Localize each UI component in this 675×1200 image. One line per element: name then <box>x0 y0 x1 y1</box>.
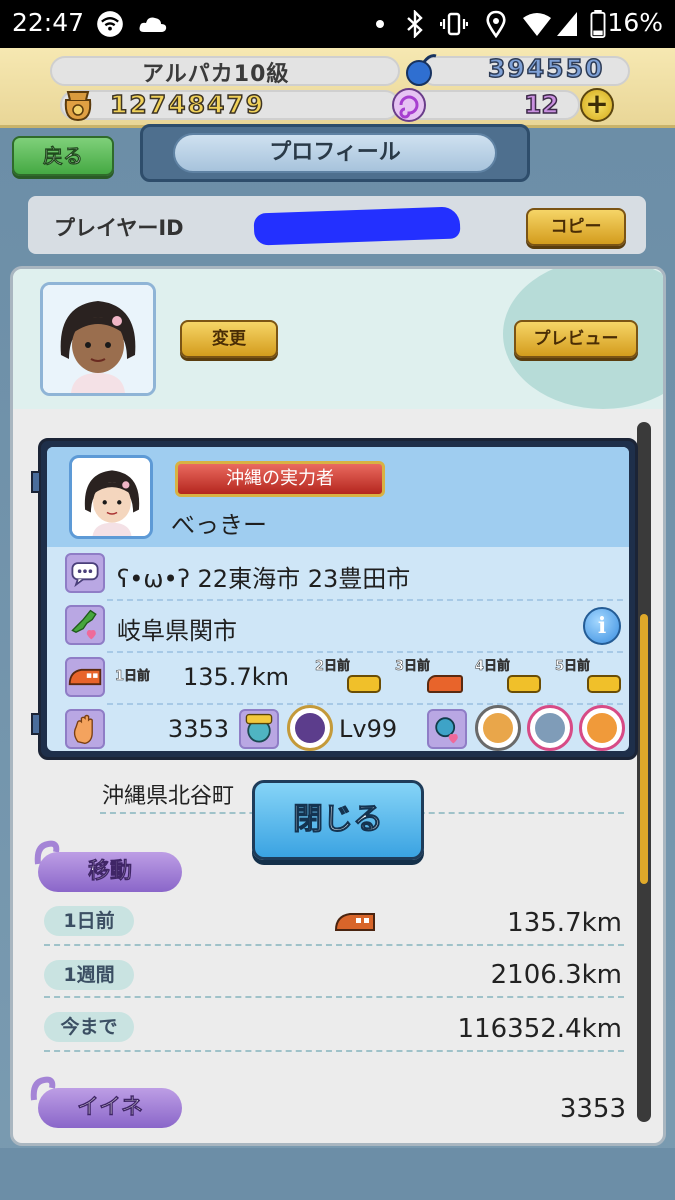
character-face <box>483 713 513 743</box>
status-bar: 22:47 16% <box>0 0 675 48</box>
wifi-signal-icon <box>523 13 551 36</box>
status-time: 22:47 <box>12 8 85 37</box>
battery-percent: 16% <box>607 8 663 37</box>
bottom-bg <box>0 1148 675 1200</box>
coin-bag-icon <box>64 91 92 122</box>
comment-text: ʕ•ω•ʔ 22東海市 23豊田市 <box>117 565 411 593</box>
movement-section-label: 移動 <box>38 852 182 892</box>
day-label-4: 4日前 <box>475 659 511 675</box>
profile-avatar <box>40 282 156 396</box>
cell-signal-icon <box>557 12 577 36</box>
scrollbar-thumb[interactable] <box>640 614 648 884</box>
car-icon <box>347 675 381 693</box>
wifi-icon <box>97 11 123 37</box>
info-button[interactable]: i <box>583 607 621 645</box>
day-label-2: 2日前 <box>315 659 351 675</box>
close-button[interactable]: 閉じる <box>252 780 424 860</box>
preview-button[interactable]: プレビュー <box>514 320 638 358</box>
vibrate-icon <box>440 12 468 36</box>
popup-avatar <box>69 455 153 539</box>
player-name: べっきー <box>171 511 267 539</box>
popup-side-tab <box>31 713 41 735</box>
swirl-ticket-icon <box>392 88 426 122</box>
home-location: 沖縄県北谷町 <box>102 784 235 809</box>
stat-value-week: 2106.3km <box>490 960 622 990</box>
likes-count: 3353 <box>167 715 229 743</box>
battery-icon <box>590 10 606 38</box>
add-tickets-button[interactable]: + <box>580 88 614 122</box>
friend-medal-icon[interactable] <box>579 705 625 751</box>
stat-value-total: 116352.4km <box>457 1014 622 1044</box>
character-face <box>587 713 617 743</box>
back-button[interactable]: 戻る <box>12 136 114 176</box>
change-avatar-button[interactable]: 変更 <box>180 320 278 358</box>
stat-label-day: 1日前 <box>44 906 134 936</box>
car-icon <box>507 675 541 693</box>
character-face <box>295 713 325 743</box>
popup-location: 岐阜県関市 <box>117 617 237 645</box>
bluetooth-icon <box>407 10 423 38</box>
page-title: プロフィール <box>173 133 497 173</box>
character-face <box>535 713 565 743</box>
friend-medal-icon[interactable] <box>475 705 521 751</box>
title-banner: プロフィール <box>140 124 530 182</box>
divider <box>44 1050 624 1052</box>
day-label-3: 3日前 <box>395 659 431 675</box>
coins-value: 12748479 <box>109 89 266 120</box>
level-value: Lv99 <box>339 715 398 743</box>
distance-day1-value: 135.7km <box>183 663 289 691</box>
popup-body: 沖縄の実力者 べっきー ʕ•ω•ʔ 22東海市 23豊田市 岐阜県関市 i 1日… <box>47 447 629 751</box>
copy-button[interactable]: コピー <box>526 208 626 246</box>
japan-map-icon <box>65 605 105 645</box>
rank-label: アルパカ10級 <box>142 62 290 87</box>
medal-icon <box>287 705 333 751</box>
train-icon <box>427 675 463 693</box>
cloud-icon <box>139 17 167 32</box>
currency-panel: アルパカ10級 394550 12748479 12 + <box>0 48 675 128</box>
divider <box>107 651 623 653</box>
blue-soul-icon <box>406 54 437 86</box>
stat-value-day: 135.7km <box>507 908 622 938</box>
avatar-girl-icon <box>43 285 153 393</box>
car-icon <box>587 675 621 693</box>
train-icon <box>65 657 105 697</box>
friend-medal-icon[interactable] <box>527 705 573 751</box>
notification-dot-icon <box>376 20 384 28</box>
hand-icon <box>65 709 105 749</box>
blue-points-value: 394550 <box>487 53 605 84</box>
profile-popup: 沖縄の実力者 べっきー ʕ•ω•ʔ 22東海市 23豊田市 岐阜県関市 i 1日… <box>31 438 638 760</box>
help-badge-icon <box>239 709 279 749</box>
tickets-value: 12 <box>523 89 559 120</box>
stat-label-week: 1週間 <box>44 960 134 990</box>
day-label-5: 5日前 <box>555 659 591 675</box>
player-id-label: プレイヤーID <box>54 216 184 240</box>
avatar-girl-icon <box>72 458 150 536</box>
day-label-1: 1日前 <box>115 669 151 685</box>
comment-icon <box>65 553 105 593</box>
popup-side-tab <box>31 471 41 493</box>
stat-label-total: 今まで <box>44 1012 134 1042</box>
divider <box>44 996 624 998</box>
likes-section-value: 3353 <box>559 1094 626 1124</box>
title-badge: 沖縄の実力者 <box>175 461 385 497</box>
likes-section-label: イイネ <box>38 1088 182 1128</box>
train-icon <box>334 913 375 931</box>
divider <box>107 599 623 601</box>
divider <box>44 944 624 946</box>
friends-icon <box>427 709 467 749</box>
location-icon <box>486 10 506 38</box>
